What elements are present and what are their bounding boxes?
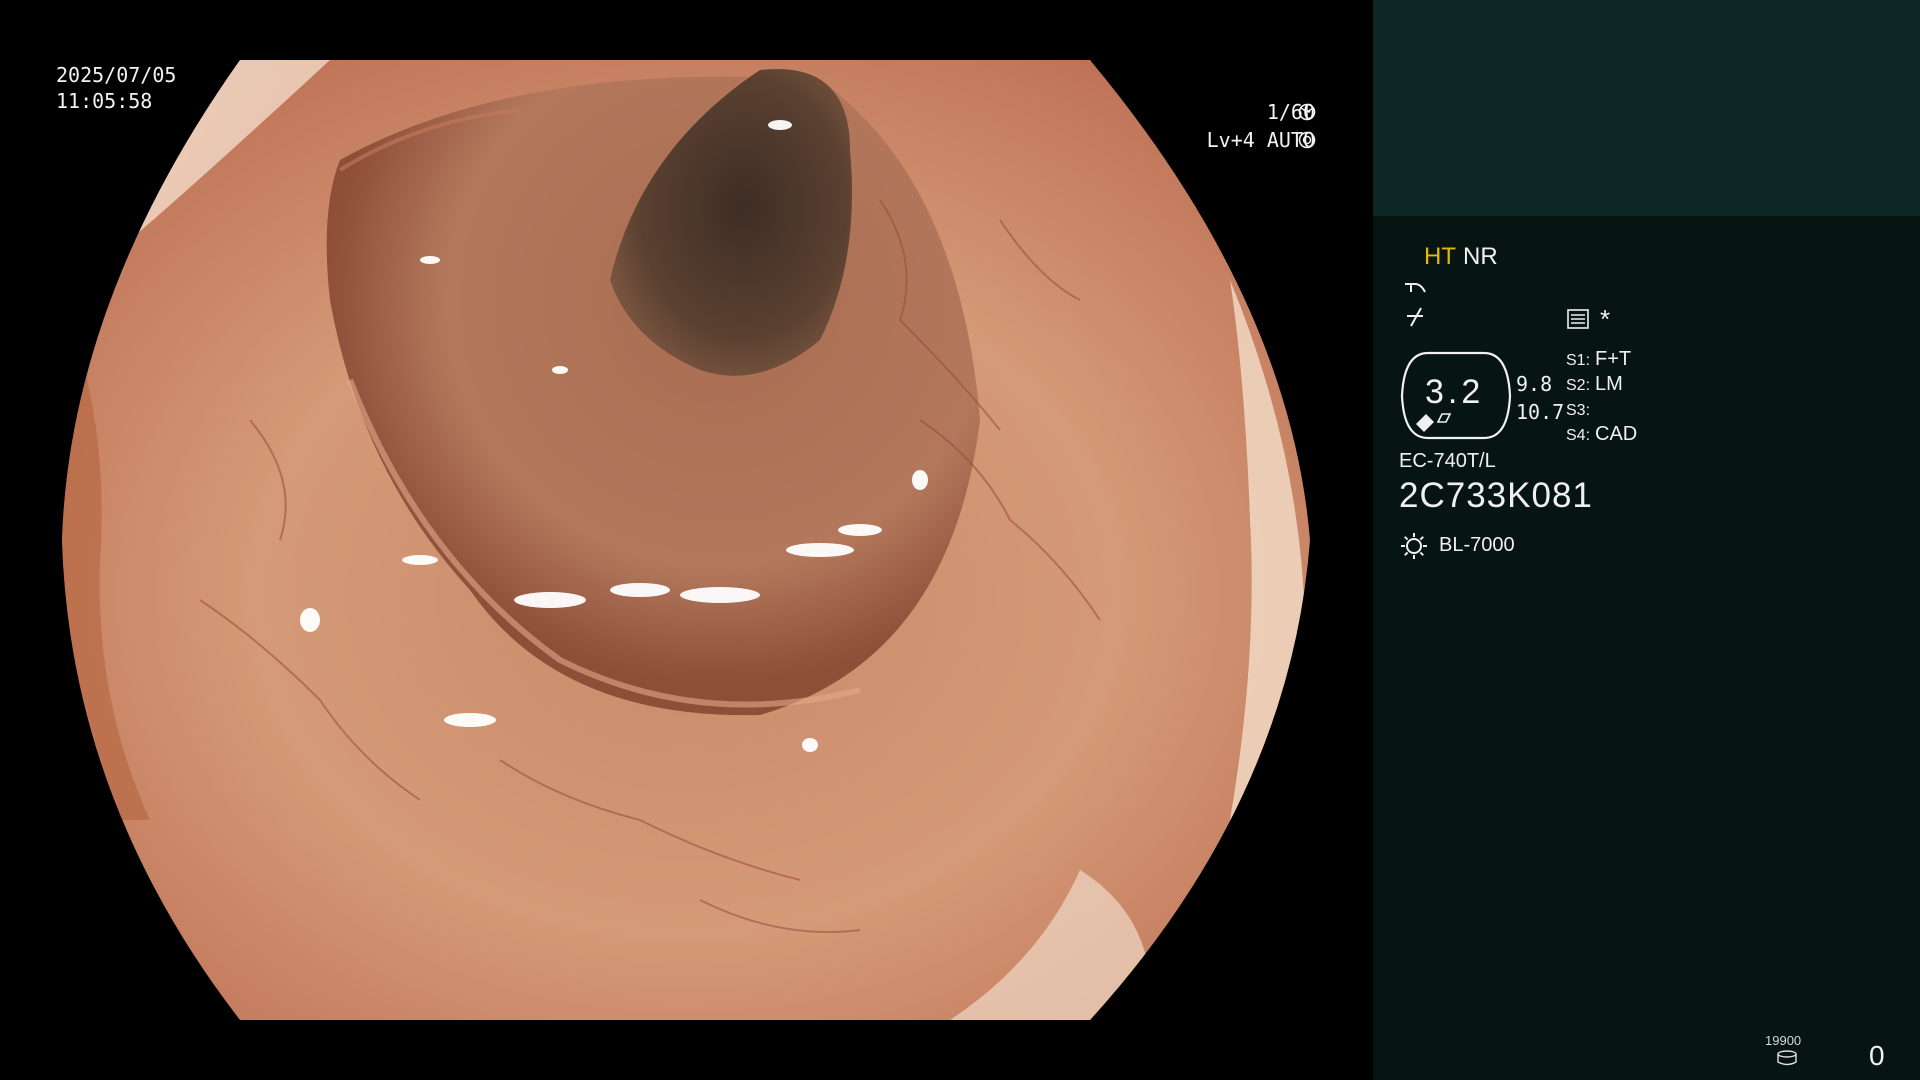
shutter-icon bbox=[1298, 103, 1316, 121]
sub-value-1: 9.8 bbox=[1516, 372, 1553, 396]
asterisk-mark: * bbox=[1600, 304, 1611, 334]
scope-model: EC-740T/L bbox=[1399, 450, 1496, 472]
light-source: BL-7000 bbox=[1439, 534, 1515, 556]
endoscopic-image bbox=[62, 60, 1310, 1020]
slash-icon bbox=[1407, 307, 1423, 327]
s3-label: S3: bbox=[1566, 402, 1591, 419]
zoom-value: 3.2 bbox=[1425, 373, 1485, 411]
s4-label: S4: bbox=[1566, 427, 1591, 444]
mode-nr: NR bbox=[1463, 243, 1498, 270]
s1-label: S1: bbox=[1566, 352, 1591, 369]
storage-icon bbox=[1777, 1050, 1797, 1066]
auto-iris-icon bbox=[1298, 131, 1316, 149]
s2-value: LM bbox=[1595, 373, 1623, 395]
date-display: 2025/07/05 bbox=[56, 63, 177, 87]
endoscope-video: 2025/07/05 11:05:58 1/60 Lv+4 AUTO bbox=[0, 0, 1373, 1080]
mode-ht: HT bbox=[1424, 243, 1456, 270]
sun-icon bbox=[1401, 533, 1427, 559]
sub-value-2: 10.7 bbox=[1516, 400, 1565, 424]
s4-value: CAD bbox=[1595, 423, 1638, 445]
curve-icon bbox=[1405, 283, 1426, 293]
frame-counter: 0 bbox=[1869, 1040, 1885, 1071]
s2-label: S2: bbox=[1566, 377, 1591, 394]
info-panel: HT NR * 3.2 9.8 10.7 S1: F+T S2: LM S3: … bbox=[1373, 0, 1920, 1080]
scope-serial: 2C733K081 bbox=[1399, 476, 1593, 515]
s1-value: F+T bbox=[1595, 348, 1632, 370]
panel-header bbox=[1373, 0, 1920, 216]
time-display: 11:05:58 bbox=[56, 89, 153, 113]
menu-icon bbox=[1567, 309, 1589, 329]
storage-count: 19900 bbox=[1765, 1033, 1802, 1048]
